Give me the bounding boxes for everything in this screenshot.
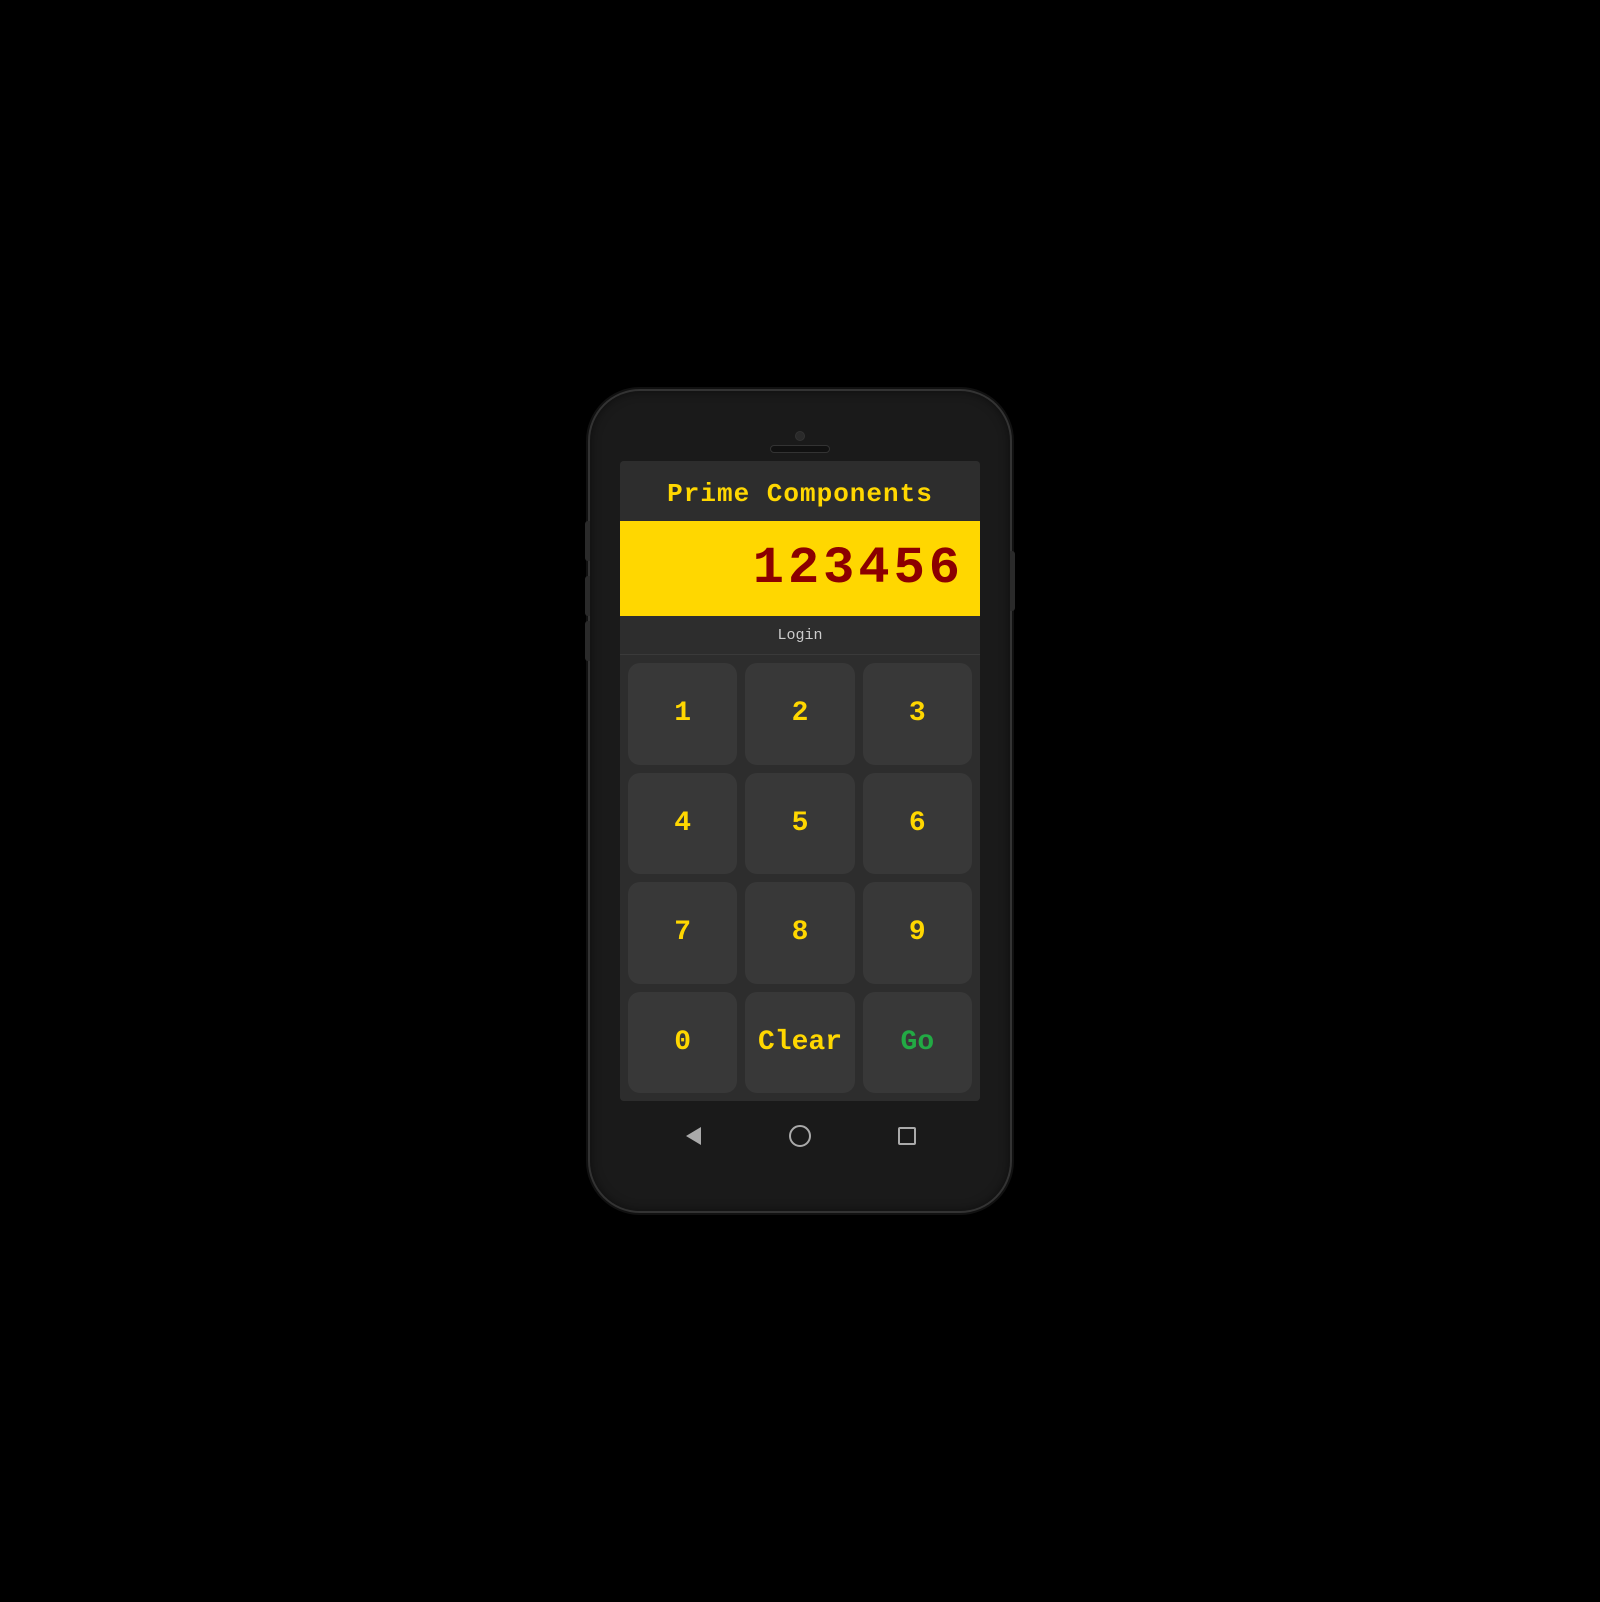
phone-top-bar [590, 391, 1010, 461]
app-title-bar: Prime Components [620, 461, 980, 521]
home-icon [789, 1125, 811, 1147]
back-icon [686, 1127, 701, 1145]
key-6[interactable]: 6 [863, 773, 972, 875]
key-7[interactable]: 7 [628, 882, 737, 984]
key-4[interactable]: 4 [628, 773, 737, 875]
speaker-grille [770, 445, 830, 453]
back-button[interactable] [679, 1122, 707, 1150]
phone-screen: Prime Components 123456 Login 1 2 3 4 5 … [620, 461, 980, 1101]
camera-dot [795, 431, 805, 441]
login-label: Login [777, 627, 822, 644]
key-3[interactable]: 3 [863, 663, 972, 765]
key-9[interactable]: 9 [863, 882, 972, 984]
key-1[interactable]: 1 [628, 663, 737, 765]
login-row: Login [620, 616, 980, 655]
app-title-text: Prime Components [667, 479, 933, 509]
display-value: 123456 [753, 539, 964, 598]
recents-icon [898, 1127, 916, 1145]
home-button[interactable] [786, 1122, 814, 1150]
phone-bottom-bar [590, 1101, 1010, 1171]
clear-button[interactable]: Clear [745, 992, 854, 1094]
key-5[interactable]: 5 [745, 773, 854, 875]
recents-button[interactable] [893, 1122, 921, 1150]
key-0[interactable]: 0 [628, 992, 737, 1094]
keypad: 1 2 3 4 5 6 7 8 9 0 Clear Go [620, 655, 980, 1101]
go-button[interactable]: Go [863, 992, 972, 1094]
display-area: 123456 [620, 521, 980, 616]
phone-device: Prime Components 123456 Login 1 2 3 4 5 … [590, 391, 1010, 1211]
key-2[interactable]: 2 [745, 663, 854, 765]
key-8[interactable]: 8 [745, 882, 854, 984]
